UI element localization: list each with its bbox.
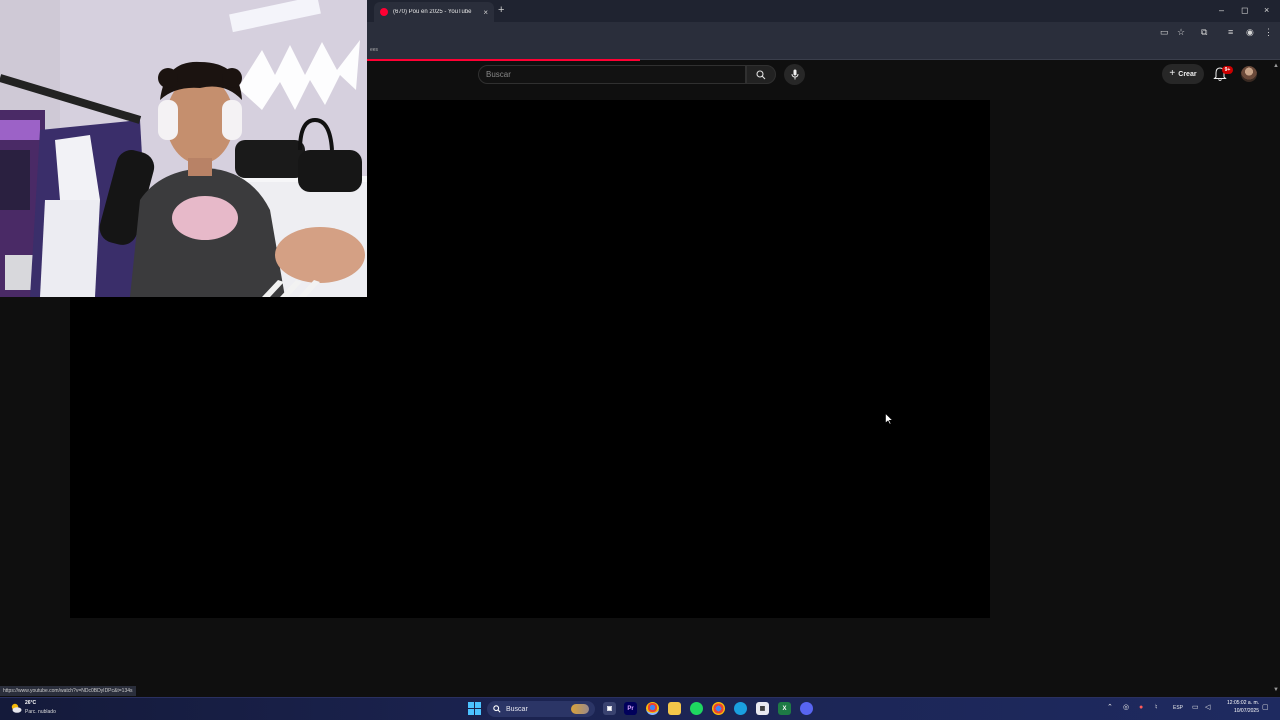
plus-icon: + (1169, 68, 1176, 79)
bookmark-star-icon[interactable]: ☆ (1177, 26, 1185, 38)
window-maximize-button[interactable]: ◻ (1241, 4, 1248, 16)
scroll-up-arrow-icon[interactable]: ▲ (1273, 63, 1279, 69)
search-input[interactable]: Buscar (478, 65, 746, 84)
chrome-icon[interactable] (646, 702, 659, 715)
create-label: Crear (1178, 70, 1197, 78)
file-explorer-icon[interactable] (668, 702, 681, 715)
webcam-overlay (0, 0, 367, 297)
display-icon[interactable]: ▭ (1192, 703, 1199, 713)
tab-title: (670) Pou en 2025 - YouTube (393, 9, 472, 15)
extensions-icon[interactable]: ⧉ (1201, 26, 1207, 38)
volume-icon[interactable]: ◁ (1205, 703, 1210, 713)
profile-icon[interactable]: ◉ (1246, 26, 1254, 38)
notification-badge: 9+ (1222, 66, 1233, 74)
media-control-icon[interactable]: ≡ (1228, 26, 1233, 38)
windows-start-icon[interactable] (468, 702, 481, 715)
premiere-pro-icon[interactable]: Pr (624, 702, 637, 715)
task-view-icon[interactable]: ▣ (603, 702, 616, 715)
create-button[interactable]: + Crear (1162, 64, 1204, 84)
spotify-icon[interactable] (690, 702, 703, 715)
windows-taskbar: 26°C Parc. nublado Buscar ▣ Pr ▦ X ⌃ ◎ ● (0, 697, 1280, 720)
bookmark-item[interactable]: ees (370, 47, 378, 53)
edge-icon[interactable] (734, 702, 747, 715)
search-icon (493, 705, 501, 713)
webcam-feed-image (0, 0, 367, 297)
taskbar-clock-time[interactable]: 12:05:02 a. m. (1221, 700, 1259, 706)
mouse-cursor-icon (885, 413, 893, 425)
new-tab-button[interactable]: + (498, 4, 504, 16)
browser-tab-youtube[interactable]: (670) Pou en 2025 - YouTube × (374, 2, 494, 22)
tab-close-icon[interactable]: × (483, 8, 488, 17)
weather-temperature: 26°C (25, 700, 37, 706)
microphone-icon (791, 69, 798, 80)
search-button[interactable] (746, 65, 776, 84)
scroll-down-arrow-icon[interactable]: ▼ (1273, 687, 1279, 693)
security-tray-icon[interactable]: ● (1139, 703, 1143, 713)
voice-search-button[interactable] (784, 64, 805, 85)
window-minimize-button[interactable]: – (1219, 4, 1224, 16)
weather-partly-cloudy-icon[interactable] (10, 702, 22, 714)
browser-menu-icon[interactable]: ⋮ (1264, 26, 1273, 38)
screen: (670) Pou en 2025 - YouTube × + – ◻ × ▭ … (0, 0, 1280, 720)
taskbar-search-box[interactable]: Buscar (487, 701, 595, 717)
status-bar-url: https://www.youtube.com/watch?v=NDc0BDyI… (0, 686, 136, 696)
microphone-tray-icon[interactable]: ♮ (1155, 703, 1158, 713)
search-icon (756, 69, 766, 79)
weather-description: Parc. nublado (25, 709, 56, 715)
taskbar-clock-date[interactable]: 10/07/2025 (1221, 708, 1259, 714)
youtube-favicon-icon (380, 8, 388, 16)
notification-center-icon[interactable]: ▢ (1262, 703, 1269, 713)
chrome-profile-icon[interactable] (712, 702, 725, 715)
input-language-indicator[interactable]: ESP (1173, 705, 1183, 711)
excel-icon[interactable]: X (778, 702, 791, 715)
search-highlight-icon (571, 704, 589, 714)
microsoft-store-icon[interactable]: ▦ (756, 702, 769, 715)
show-hidden-icons-chevron-icon[interactable]: ⌃ (1107, 703, 1113, 713)
network-app-icon[interactable]: ◎ (1123, 703, 1129, 713)
discord-icon[interactable] (800, 702, 813, 715)
window-close-button[interactable]: × (1264, 4, 1269, 16)
cast-icon[interactable]: ▭ (1160, 26, 1169, 38)
taskbar-search-label: Buscar (506, 705, 528, 713)
account-avatar[interactable] (1241, 66, 1257, 82)
page-scrollbar[interactable]: ▲ ▼ (1272, 61, 1280, 697)
